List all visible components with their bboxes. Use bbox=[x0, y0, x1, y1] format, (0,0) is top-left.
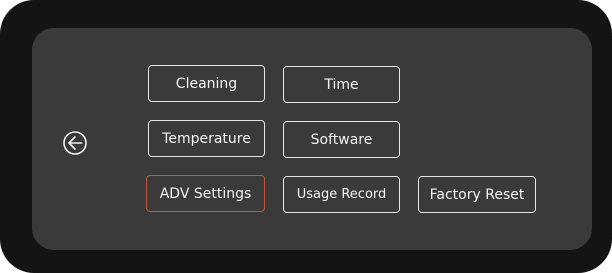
usage-record-button-label: Usage Record bbox=[296, 187, 387, 202]
adv-settings-button-label: ADV Settings bbox=[159, 185, 252, 202]
time-button[interactable]: Time bbox=[283, 66, 400, 103]
usage-record-button[interactable]: Usage Record bbox=[283, 176, 400, 213]
adv-settings-button[interactable]: ADV Settings bbox=[146, 175, 265, 212]
back-arrow-circle-icon bbox=[62, 130, 88, 156]
temperature-button[interactable]: Temperature bbox=[148, 120, 265, 157]
temperature-button-label: Temperature bbox=[162, 130, 251, 147]
software-button-label: Software bbox=[310, 131, 373, 148]
software-button[interactable]: Software bbox=[283, 121, 400, 158]
back-button[interactable] bbox=[60, 128, 90, 158]
device-bezel: Cleaning Time Temperature Software ADV S… bbox=[0, 0, 612, 273]
factory-reset-button[interactable]: Factory Reset bbox=[418, 176, 536, 213]
time-button-label: Time bbox=[324, 76, 359, 93]
factory-reset-button-label: Factory Reset bbox=[429, 186, 525, 203]
cleaning-button[interactable]: Cleaning bbox=[148, 65, 265, 102]
cleaning-button-label: Cleaning bbox=[175, 75, 238, 92]
